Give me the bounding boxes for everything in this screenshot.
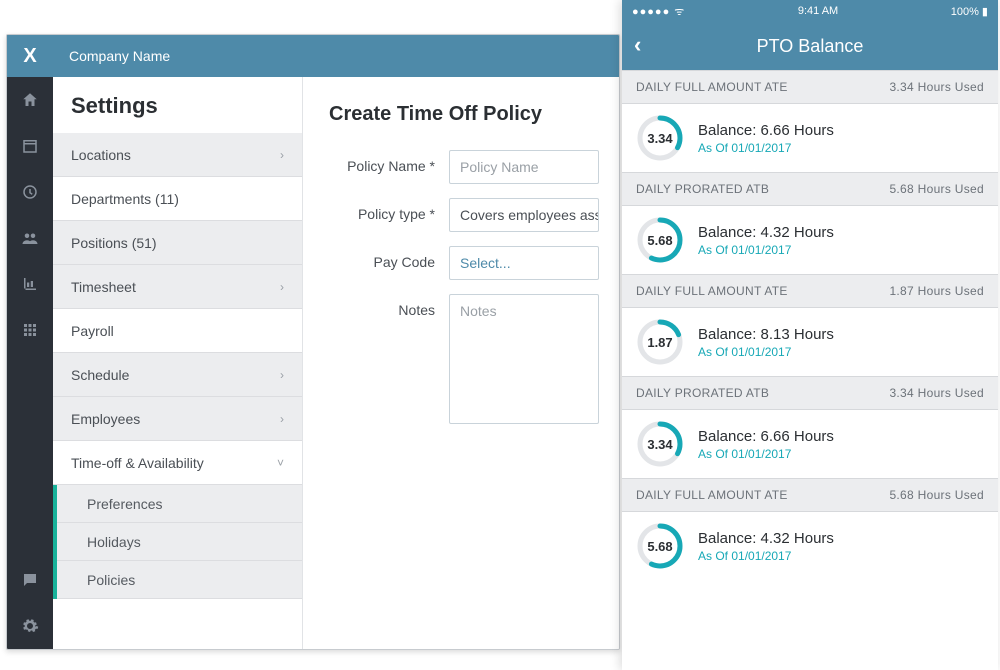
row-notes: Notes Notes <box>329 294 599 424</box>
back-button[interactable]: ‹ <box>634 32 641 58</box>
right-pane: Company Name Settings Locations› Departm… <box>53 35 619 649</box>
progress-ring: 3.34 <box>636 114 684 162</box>
pto-header-right: 5.68 Hours Used <box>889 488 984 502</box>
people-icon[interactable] <box>7 215 53 261</box>
iconbar: X <box>7 35 53 649</box>
subnav-policies[interactable]: Policies <box>57 561 302 599</box>
pto-header-left: DAILY FULL AMOUNT ATE <box>636 488 788 502</box>
desktop-app: X Company Name Settings Locations› Depar… <box>6 34 620 650</box>
select-policy-type[interactable]: Covers employees ass <box>449 198 599 232</box>
pto-header-right: 3.34 Hours Used <box>889 386 984 400</box>
subnav-holidays[interactable]: Holidays <box>57 523 302 561</box>
textarea-notes[interactable]: Notes <box>449 294 599 424</box>
nav-schedule[interactable]: Schedule› <box>53 353 302 397</box>
pto-text: Balance: 4.32 Hours As Of 01/01/2017 <box>698 530 834 563</box>
clock-icon[interactable] <box>7 169 53 215</box>
chat-icon[interactable] <box>7 557 53 603</box>
chevron-right-icon: › <box>280 280 284 294</box>
pto-balance: Balance: 6.66 Hours <box>698 122 834 139</box>
calendar-icon[interactable] <box>7 123 53 169</box>
form-column: Create Time Off Policy Policy Name * Pol… <box>303 77 619 649</box>
pto-header-right: 1.87 Hours Used <box>889 284 984 298</box>
select-pay-code[interactable]: Select... <box>449 246 599 280</box>
signal-icon: ●●●●● ᯤ <box>632 4 685 19</box>
chevron-right-icon: › <box>280 368 284 382</box>
pto-item[interactable]: 1.87 Balance: 8.13 Hours As Of 01/01/201… <box>622 308 998 376</box>
settings-heading: Settings <box>53 77 302 133</box>
status-bar: ●●●●● ᯤ 9:41 AM 100% ▮ <box>622 0 998 22</box>
pto-section-header: DAILY PRORATED ATB 5.68 Hours Used <box>622 172 998 206</box>
row-policy-name: Policy Name * Policy Name <box>329 150 599 184</box>
pto-header-right: 3.34 Hours Used <box>889 80 984 94</box>
pto-text: Balance: 6.66 Hours As Of 01/01/2017 <box>698 122 834 155</box>
label-notes: Notes <box>329 294 435 318</box>
label-pay-code: Pay Code <box>329 246 435 270</box>
pto-header-left: DAILY FULL AMOUNT ATE <box>636 80 788 94</box>
pto-section-header: DAILY FULL AMOUNT ATE 1.87 Hours Used <box>622 274 998 308</box>
pto-balance: Balance: 8.13 Hours <box>698 326 834 343</box>
nav-positions[interactable]: Positions (51) <box>53 221 302 265</box>
pto-section-header: DAILY FULL AMOUNT ATE 5.68 Hours Used <box>622 478 998 512</box>
chevron-down-icon: ˅ <box>277 456 284 470</box>
phone-titlebar: ‹ PTO Balance <box>622 22 998 70</box>
progress-ring: 1.87 <box>636 318 684 366</box>
phone-screen: ●●●●● ᯤ 9:41 AM 100% ▮ ‹ PTO Balance DAI… <box>622 0 998 670</box>
settings-column: Settings Locations› Departments (11) Pos… <box>53 77 303 649</box>
pto-balance: Balance: 6.66 Hours <box>698 428 834 445</box>
label-policy-type: Policy type * <box>329 198 435 222</box>
pto-header-left: DAILY PRORATED ATB <box>636 182 769 196</box>
pto-list[interactable]: DAILY FULL AMOUNT ATE 3.34 Hours Used 3.… <box>622 70 998 670</box>
company-name: Company Name <box>69 48 170 64</box>
chevron-right-icon: › <box>280 148 284 162</box>
pto-asof: As Of 01/01/2017 <box>698 345 834 359</box>
pto-asof: As Of 01/01/2017 <box>698 141 834 155</box>
nav-payroll[interactable]: Payroll <box>53 309 302 353</box>
pto-section-header: DAILY FULL AMOUNT ATE 3.34 Hours Used <box>622 70 998 104</box>
pto-item[interactable]: 5.68 Balance: 4.32 Hours As Of 01/01/201… <box>622 512 998 580</box>
pto-asof: As Of 01/01/2017 <box>698 549 834 563</box>
progress-ring: 5.68 <box>636 522 684 570</box>
gear-icon[interactable] <box>7 603 53 649</box>
phone-title: PTO Balance <box>757 36 864 57</box>
input-policy-name[interactable]: Policy Name <box>449 150 599 184</box>
row-policy-type: Policy type * Covers employees ass <box>329 198 599 232</box>
subnav-preferences[interactable]: Preferences <box>57 485 302 523</box>
home-icon[interactable] <box>7 77 53 123</box>
pto-asof: As Of 01/01/2017 <box>698 447 834 461</box>
pto-asof: As Of 01/01/2017 <box>698 243 834 257</box>
content-area: Settings Locations› Departments (11) Pos… <box>53 77 619 649</box>
pto-text: Balance: 6.66 Hours As Of 01/01/2017 <box>698 428 834 461</box>
nav-timesheet[interactable]: Timesheet› <box>53 265 302 309</box>
chart-icon[interactable] <box>7 261 53 307</box>
pto-header-left: DAILY FULL AMOUNT ATE <box>636 284 788 298</box>
subnav-timeoff: Preferences Holidays Policies <box>53 485 302 599</box>
nav-departments[interactable]: Departments (11) <box>53 177 302 221</box>
pto-header-left: DAILY PRORATED ATB <box>636 386 769 400</box>
app-logo[interactable]: X <box>7 35 53 77</box>
pto-text: Balance: 8.13 Hours As Of 01/01/2017 <box>698 326 834 359</box>
pto-item[interactable]: 3.34 Balance: 6.66 Hours As Of 01/01/201… <box>622 104 998 172</box>
nav-timeoff[interactable]: Time-off & Availability˅ <box>53 441 302 485</box>
label-policy-name: Policy Name * <box>329 150 435 174</box>
pto-balance: Balance: 4.32 Hours <box>698 224 834 241</box>
app-header: Company Name <box>53 35 619 77</box>
pto-item[interactable]: 5.68 Balance: 4.32 Hours As Of 01/01/201… <box>622 206 998 274</box>
pto-item[interactable]: 3.34 Balance: 6.66 Hours As Of 01/01/201… <box>622 410 998 478</box>
status-time: 9:41 AM <box>798 5 838 17</box>
pto-section-header: DAILY PRORATED ATB 3.34 Hours Used <box>622 376 998 410</box>
nav-employees[interactable]: Employees› <box>53 397 302 441</box>
status-battery: 100% ▮ <box>951 5 988 18</box>
pto-balance: Balance: 4.32 Hours <box>698 530 834 547</box>
nav-locations[interactable]: Locations› <box>53 133 302 177</box>
chevron-right-icon: › <box>280 412 284 426</box>
progress-ring: 5.68 <box>636 216 684 264</box>
progress-ring: 3.34 <box>636 420 684 468</box>
pto-text: Balance: 4.32 Hours As Of 01/01/2017 <box>698 224 834 257</box>
form-heading: Create Time Off Policy <box>329 103 599 126</box>
pto-header-right: 5.68 Hours Used <box>889 182 984 196</box>
row-pay-code: Pay Code Select... <box>329 246 599 280</box>
grid-icon[interactable] <box>7 307 53 353</box>
